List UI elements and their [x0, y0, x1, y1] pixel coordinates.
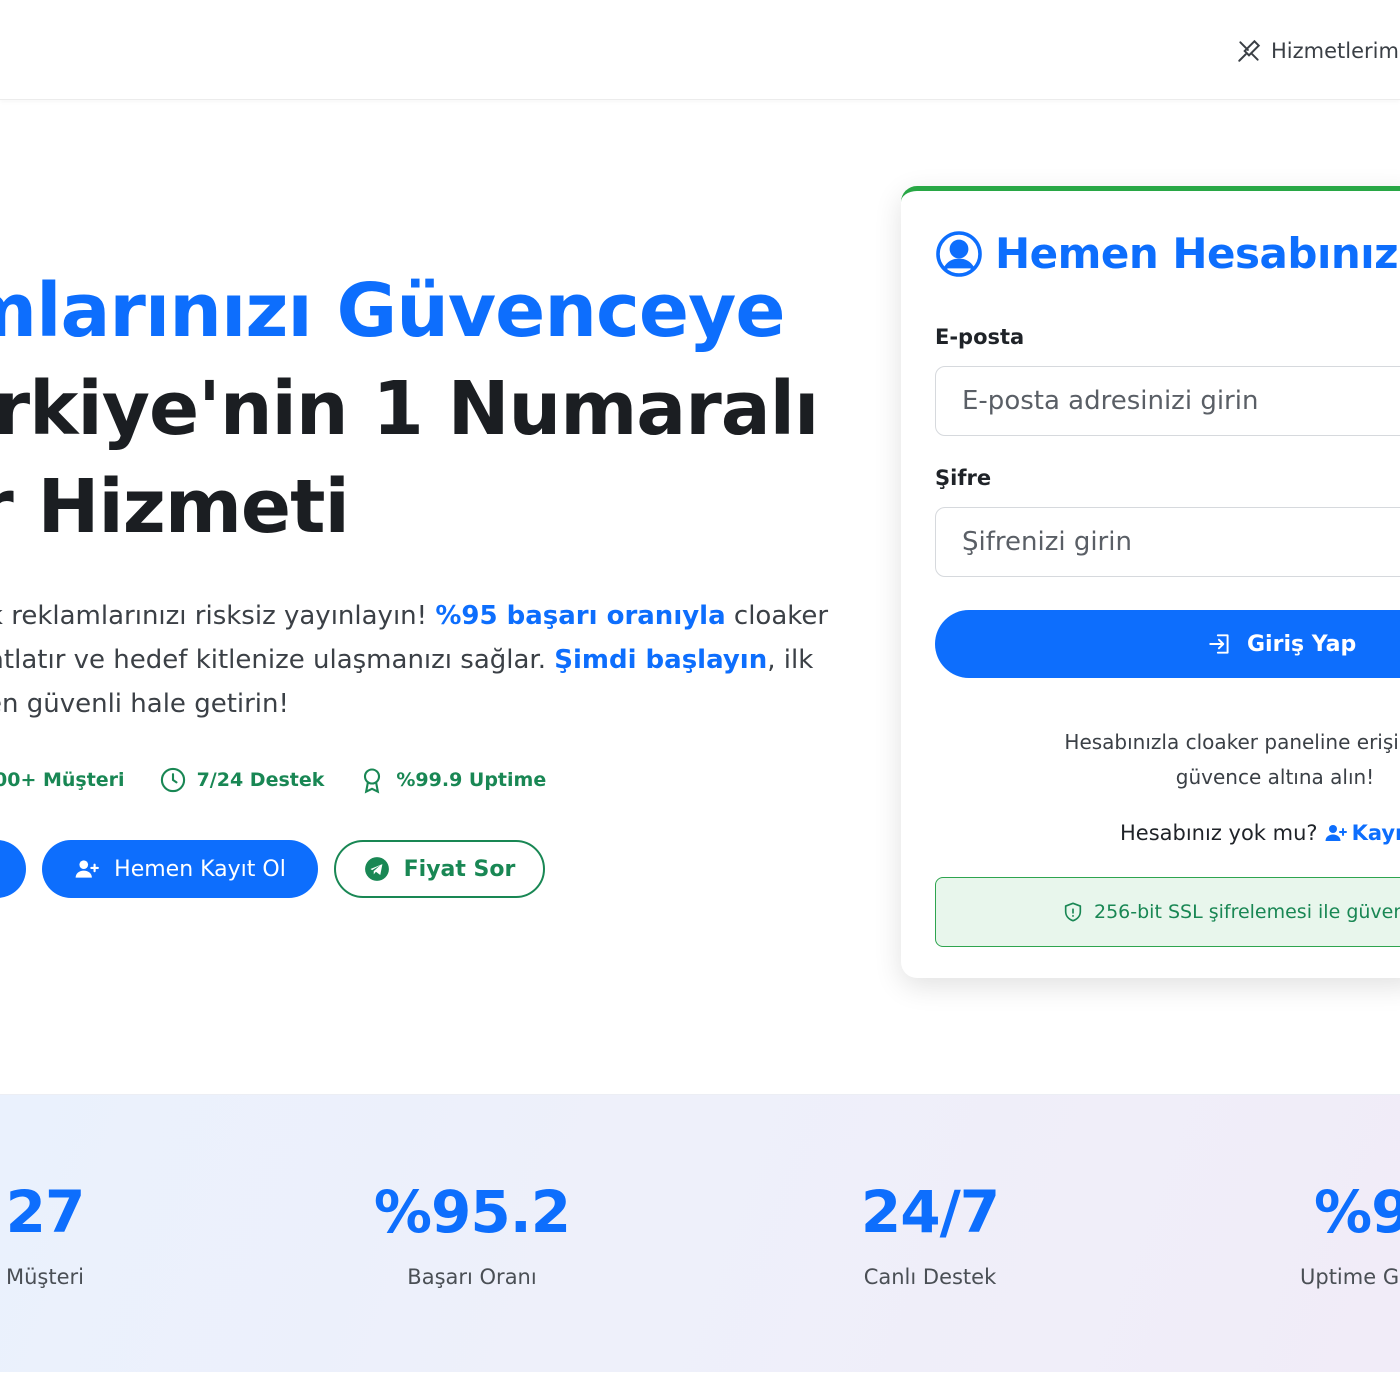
- desc-text: cloaker: [725, 601, 829, 631]
- login-card-title-text: Hemen Hesabınıza: [995, 229, 1400, 278]
- stat-uptime-label: Uptime G: [1300, 1265, 1400, 1289]
- stat-uptime: %99 Uptime G: [1300, 1177, 1400, 1289]
- login-submit-button[interactable]: Giriş Yap: [935, 610, 1400, 678]
- hero-title: mlarınızı Güvenceye ürkiye'nin 1 Numaral…: [0, 262, 860, 556]
- nav-services-link[interactable]: Hizmetlerimi: [1236, 36, 1400, 66]
- hero-description: ok reklamlarınızı risksiz yayınlayın! %9…: [0, 594, 860, 726]
- shield-icon: [1064, 902, 1082, 922]
- login-submit-label: Giriş Yap: [1247, 631, 1357, 657]
- user-plus-icon: [1325, 825, 1347, 841]
- register-link[interactable]: Kayıt: [1324, 821, 1400, 845]
- telegram-icon: [364, 857, 389, 881]
- ssl-notice: 256-bit SSL şifrelemesi ile güvenl: [935, 877, 1400, 947]
- login-card: Hemen Hesabınıza E-posta Şifre Giriş Yap…: [901, 186, 1400, 978]
- login-info-line-2: güvence altına alın!: [1175, 765, 1375, 789]
- stats-section: 27 Müşteri %95.2 Başarı Oranı 24/7 Canlı…: [0, 1094, 1400, 1372]
- feature-support: 7/24 Destek: [159, 766, 325, 794]
- feature-support-label: 7/24 Destek: [196, 769, 325, 791]
- login-info-line-1: Hesabınızla cloaker paneline erişin ve r…: [1064, 730, 1400, 754]
- user-circle-icon: [936, 230, 982, 277]
- stat-customers-label: Müşteri: [6, 1265, 84, 1289]
- stat-success-rate-label: Başarı Oranı: [407, 1265, 537, 1289]
- feature-customers-label: 00+ Müşteri: [0, 769, 125, 791]
- stat-live-support-value: 24/7: [860, 1178, 1000, 1246]
- desc-text: en güvenli hale getirin!: [0, 689, 289, 719]
- ssl-notice-text: 256-bit SSL şifrelemesi ile güvenl: [1094, 901, 1400, 923]
- sign-in-icon: [1209, 634, 1229, 654]
- stat-customers: 27 Müşteri: [0, 1177, 130, 1289]
- stat-success-rate: %95.2 Başarı Oranı: [372, 1177, 572, 1289]
- stat-success-rate-value: %95.2: [373, 1178, 571, 1246]
- desc-highlight-success-rate: %95 başarı oranıyla: [435, 601, 726, 631]
- desc-text: , ilk: [767, 645, 814, 675]
- clock-icon: [160, 767, 185, 793]
- tools-icon: [1238, 39, 1261, 62]
- user-plus-icon: [75, 860, 100, 878]
- desc-text: atlatır ve hedef kitlenize ulaşmanızı sa…: [0, 645, 555, 675]
- no-account-text: Hesabınız yok mu?: [1120, 821, 1318, 845]
- award-icon: [364, 768, 381, 794]
- hero-title-line-3: er Hizmeti: [0, 464, 350, 550]
- ask-price-button-label: Fiyat Sor: [403, 856, 516, 882]
- login-info-text: Hesabınızla cloaker paneline erişin ve r…: [935, 725, 1400, 795]
- register-link-label: Kayıt: [1351, 821, 1400, 845]
- hero-title-line-2: ürkiye'nin 1 Numaralı: [0, 366, 819, 452]
- stat-live-support: 24/7 Canlı Destek: [830, 1177, 1030, 1289]
- no-account-row: Hesabınız yok mu? Kayıt: [1120, 821, 1400, 845]
- feature-customers: 00+ Müşteri: [0, 769, 125, 791]
- register-button[interactable]: Hemen Kayıt Ol: [42, 840, 318, 898]
- register-button-label: Hemen Kayıt Ol: [114, 856, 286, 882]
- stat-customers-value: 27: [5, 1178, 86, 1246]
- hero-features: 00+ Müşteri 7/24 Destek %99.9 Uptime: [0, 762, 546, 798]
- feature-uptime-label: %99.9 Uptime: [396, 769, 547, 791]
- nav-services-label: Hizmetlerimi: [1271, 39, 1400, 63]
- stat-live-support-label: Canlı Destek: [863, 1265, 997, 1289]
- feature-uptime: %99.9 Uptime: [358, 766, 546, 794]
- hero-primary-button-partial[interactable]: [0, 840, 26, 898]
- stat-uptime-value: %99: [1314, 1178, 1400, 1246]
- desc-text: ok reklamlarınızı risksiz yayınlayın!: [0, 601, 436, 631]
- login-card-title: Hemen Hesabınıza: [935, 229, 1400, 278]
- hero-title-line-1: mlarınızı Güvenceye: [0, 268, 786, 354]
- password-label: Şifre: [935, 466, 992, 490]
- top-navbar: Hizmetlerimi: [0, 0, 1400, 100]
- email-input[interactable]: [935, 366, 1400, 436]
- email-label: E-posta: [935, 325, 1025, 349]
- password-input[interactable]: [935, 507, 1400, 577]
- desc-highlight-start-now: Şimdi başlayın: [554, 645, 768, 675]
- ask-price-button[interactable]: Fiyat Sor: [334, 840, 545, 898]
